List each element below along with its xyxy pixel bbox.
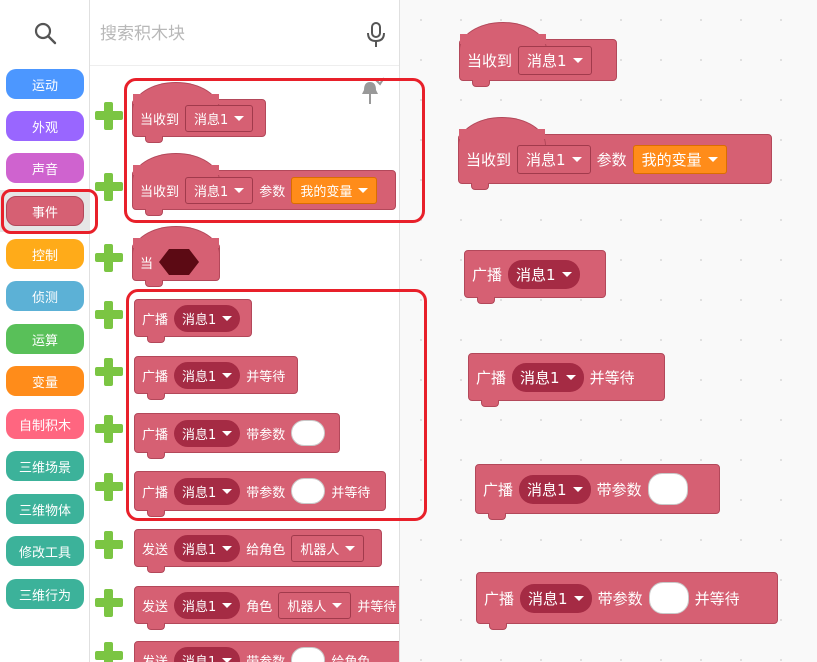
add-block-button[interactable]: [93, 242, 123, 272]
message-dropdown[interactable]: 消息1: [174, 419, 241, 447]
add-block-button[interactable]: [93, 529, 123, 559]
dropdown-arrow-icon: [234, 187, 245, 193]
dropdown-arrow-icon: [234, 115, 245, 121]
add-block-button[interactable]: [93, 413, 123, 443]
message-dropdown[interactable]: 消息1: [174, 534, 241, 562]
add-block-button[interactable]: [93, 171, 123, 201]
message-dropdown[interactable]: 消息1: [512, 362, 584, 392]
dropdown-arrow-icon: [707, 156, 718, 162]
dropdown-arrow-icon: [561, 271, 572, 277]
category-sound[interactable]: 声音: [6, 153, 84, 183]
role-dropdown[interactable]: 机器人: [278, 591, 352, 619]
add-block-button[interactable]: [93, 587, 123, 617]
dropdown-arrow-icon: [571, 156, 582, 162]
broadcast-with-param-block[interactable]: 广播 消息1 带参数: [134, 413, 340, 459]
param-input[interactable]: [291, 478, 326, 504]
category-3d-behavior[interactable]: 三维行为: [6, 579, 84, 609]
message-dropdown[interactable]: 消息1: [518, 45, 592, 75]
dropdown-arrow-icon: [222, 430, 233, 436]
role-dropdown[interactable]: 机器人: [291, 534, 365, 562]
search-bar: [90, 0, 399, 66]
message-dropdown[interactable]: 消息1: [174, 361, 241, 389]
category-modify-tools[interactable]: 修改工具: [6, 536, 84, 566]
dropdown-arrow-icon: [345, 545, 356, 551]
when-receive-block[interactable]: 当收到 消息1: [132, 82, 266, 143]
message-dropdown[interactable]: 消息1: [519, 474, 591, 504]
script-workspace[interactable]: 当收到 消息1 当收到 消息1 参数 我的变量 广播 消息1 广播 消息1 并等…: [401, 0, 817, 662]
message-dropdown[interactable]: 消息1: [174, 591, 241, 619]
variable-dropdown[interactable]: 我的变量: [291, 176, 378, 204]
dropdown-arrow-icon: [565, 374, 576, 380]
when-condition-block[interactable]: 当: [132, 226, 220, 287]
dropdown-arrow-icon: [222, 372, 233, 378]
message-dropdown[interactable]: 消息1: [174, 477, 241, 505]
message-dropdown[interactable]: 消息1: [174, 646, 241, 662]
category-looks[interactable]: 外观: [6, 111, 84, 141]
category-events[interactable]: 事件: [6, 196, 84, 226]
category-motion[interactable]: 运动: [6, 69, 84, 99]
dropdown-arrow-icon: [222, 657, 233, 662]
variable-dropdown[interactable]: 我的变量: [632, 144, 727, 174]
dropdown-arrow-icon: [222, 545, 233, 551]
category-my-blocks[interactable]: 自制积木: [6, 409, 84, 439]
category-variables[interactable]: 变量: [6, 366, 84, 396]
dropdown-arrow-icon: [572, 486, 583, 492]
search-input[interactable]: [100, 20, 350, 48]
category-3d-object[interactable]: 三维物体: [6, 494, 84, 524]
dropdown-arrow-icon: [573, 595, 584, 601]
add-block-button[interactable]: [93, 471, 123, 501]
message-dropdown[interactable]: 消息1: [517, 144, 591, 174]
broadcast-block[interactable]: 广播 消息1: [464, 250, 606, 304]
broadcast-and-wait-block[interactable]: 广播 消息1 并等待: [468, 353, 665, 407]
message-dropdown[interactable]: 消息1: [508, 259, 580, 289]
broadcast-with-param-block[interactable]: 广播 消息1 带参数: [475, 464, 720, 520]
dropdown-arrow-icon: [222, 488, 233, 494]
add-block-button[interactable]: [93, 640, 123, 662]
category-control[interactable]: 控制: [6, 239, 84, 269]
message-dropdown[interactable]: 消息1: [520, 583, 592, 613]
send-to-role-and-wait-block[interactable]: 发送 消息1 角色 机器人 并等待: [134, 586, 399, 630]
broadcast-with-param-and-wait-block[interactable]: 广播 消息1 带参数 并等待: [476, 572, 778, 630]
broadcast-block[interactable]: 广播 消息1: [134, 299, 252, 343]
when-receive-param-block[interactable]: 当收到 消息1 参数 我的变量: [132, 153, 396, 216]
pin-icon[interactable]: [358, 76, 386, 110]
dropdown-arrow-icon: [332, 602, 343, 608]
dropdown-arrow-icon: [358, 187, 369, 193]
dropdown-arrow-icon: [222, 315, 233, 321]
add-block-button[interactable]: [93, 299, 123, 329]
add-block-button[interactable]: [93, 100, 123, 130]
param-input[interactable]: [648, 582, 689, 614]
search-icon[interactable]: [0, 0, 90, 66]
category-sensing[interactable]: 侦测: [6, 281, 84, 311]
message-dropdown[interactable]: 消息1: [174, 304, 241, 332]
category-sidebar: 运动 外观 声音 事件 控制 侦测 运算 变量 自制积木 三维场景 三维物体 修…: [0, 0, 90, 662]
block-palette: 当收到 消息1 当收到 消息1 参数 我的变量 当 广播 消息1 广播 消息1 …: [90, 0, 400, 662]
param-input[interactable]: [647, 473, 688, 505]
add-block-button[interactable]: [93, 356, 123, 386]
microphone-icon[interactable]: [365, 22, 387, 52]
send-to-role-block[interactable]: 发送 消息1 给角色 机器人: [134, 529, 382, 573]
broadcast-and-wait-block[interactable]: 广播 消息1 并等待: [134, 356, 298, 400]
when-receive-param-block[interactable]: 当收到 消息1 参数 我的变量: [458, 117, 772, 190]
param-input[interactable]: [291, 647, 326, 662]
dropdown-arrow-icon: [572, 57, 583, 63]
param-input[interactable]: [291, 420, 326, 446]
category-operators[interactable]: 运算: [6, 324, 84, 354]
category-3d-scene[interactable]: 三维场景: [6, 451, 84, 481]
when-receive-block[interactable]: 当收到 消息1: [459, 22, 617, 87]
message-dropdown[interactable]: 消息1: [185, 176, 254, 204]
send-with-param-to-role-block[interactable]: 发送 消息1 带参数 给角色: [134, 641, 399, 662]
message-dropdown[interactable]: 消息1: [185, 104, 254, 132]
broadcast-with-param-and-wait-block[interactable]: 广播 消息1 带参数 并等待: [134, 471, 386, 517]
dropdown-arrow-icon: [222, 602, 233, 608]
